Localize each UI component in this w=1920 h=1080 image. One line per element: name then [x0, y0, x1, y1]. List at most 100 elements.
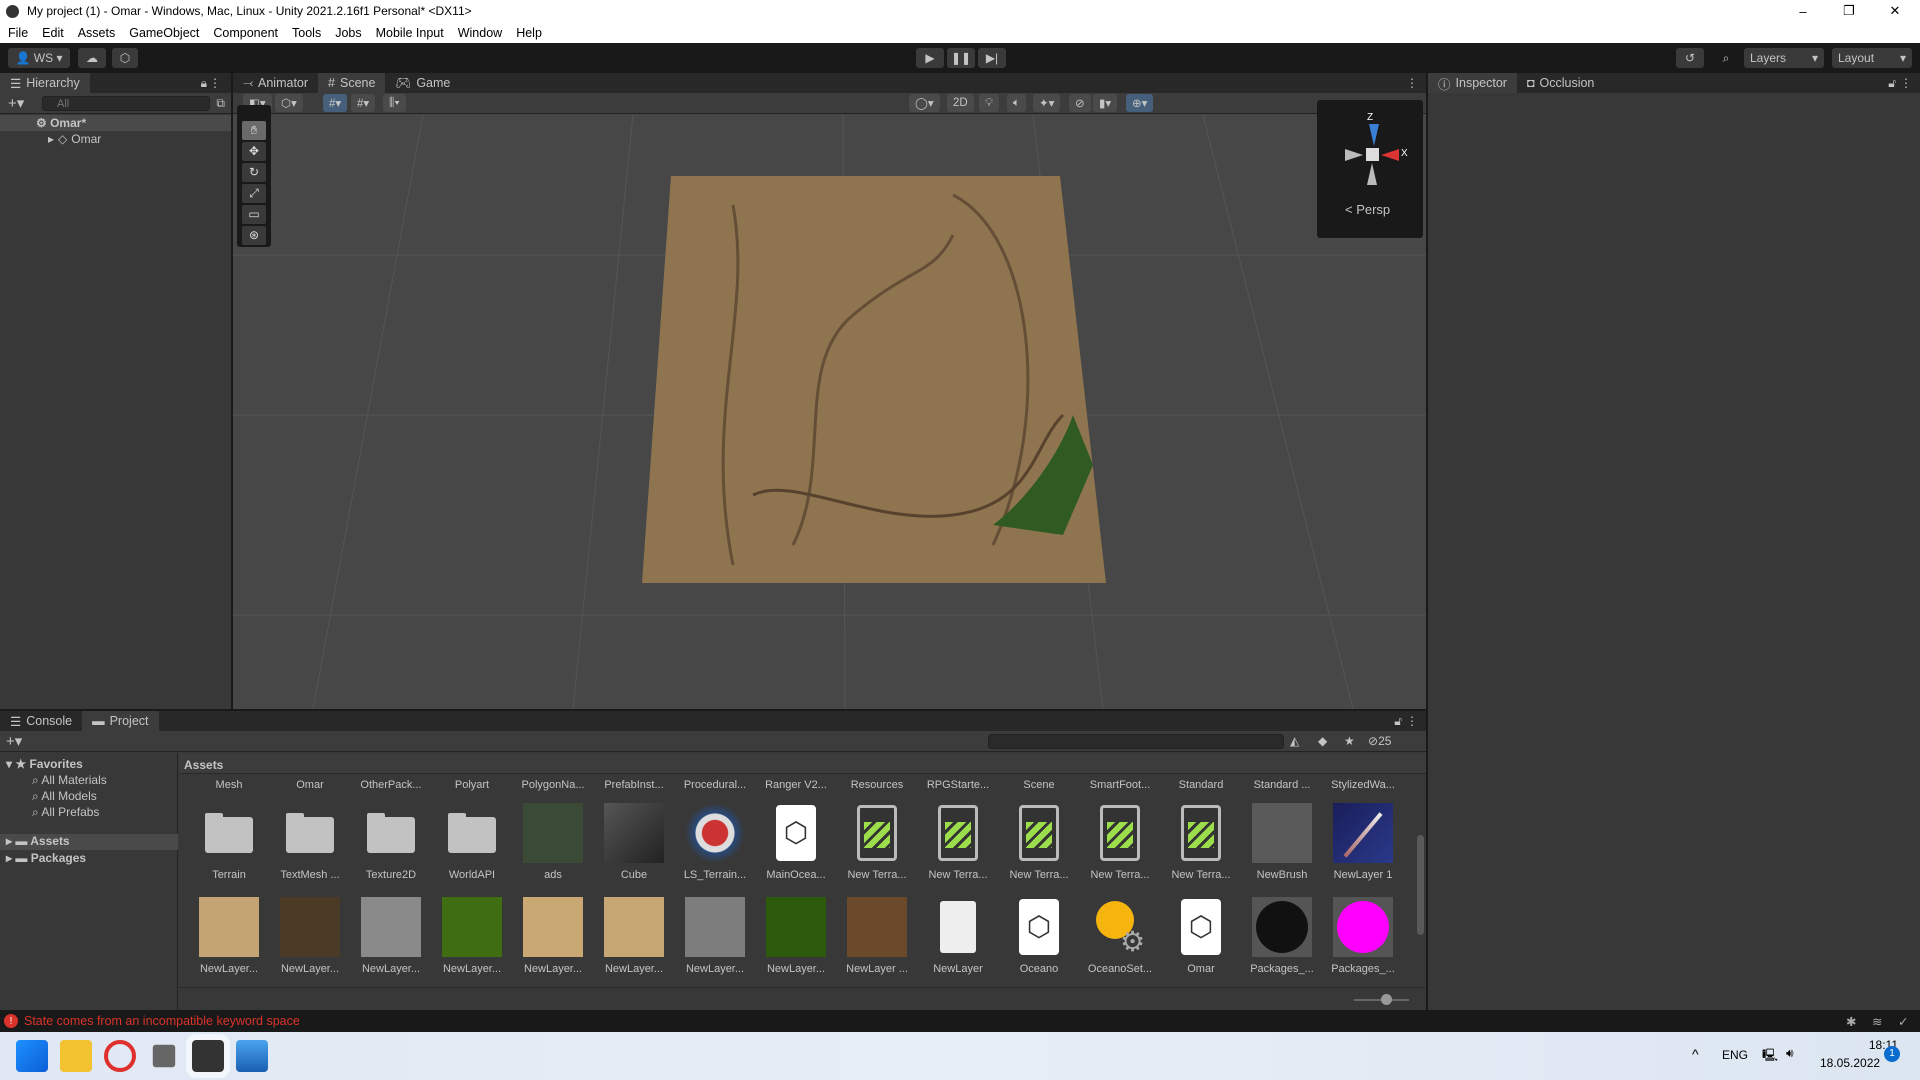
asset-label-partial[interactable]: PolygonNa... — [514, 779, 592, 791]
more-icon[interactable]: ⋮ — [1406, 714, 1418, 728]
notification-badge[interactable]: 1 — [1884, 1046, 1900, 1062]
effects-dropdown[interactable]: ✦▾ — [1033, 94, 1061, 112]
asset-scrollbar[interactable] — [1415, 775, 1426, 987]
windows-start-icon[interactable] — [16, 1040, 48, 1072]
file-explorer-icon[interactable] — [60, 1040, 92, 1072]
project-search-input[interactable] — [988, 734, 1284, 749]
asset-label-partial[interactable]: SmartFoot... — [1081, 779, 1159, 791]
menu-jobs[interactable]: Jobs — [335, 26, 361, 40]
status-message[interactable]: State comes from an incompatible keyword… — [24, 1014, 300, 1028]
favorites-item[interactable]: ▾ ★ Favorites — [6, 757, 83, 771]
tab-occlusion[interactable]: ◘ Occlusion — [1517, 73, 1604, 93]
asset-label-partial[interactable]: PrefabInst... — [595, 779, 673, 791]
asset-item[interactable]: WorldAPI — [433, 803, 511, 881]
fav-all-prefabs[interactable]: ⌕ All Prefabs — [32, 805, 99, 820]
asset-item[interactable]: New Terra... — [1081, 803, 1159, 881]
fav-all-materials[interactable]: ⌕ All Materials — [32, 773, 107, 788]
play-button[interactable]: ▶ — [916, 48, 944, 68]
asset-item[interactable]: NewLayer... — [190, 897, 268, 975]
step-button[interactable]: ▶| — [978, 48, 1006, 68]
asset-item[interactable]: ⬡ Omar — [1162, 897, 1240, 975]
lock-icon[interactable]: 🔒︎ — [201, 76, 207, 91]
transform-tool[interactable]: ⊛ — [242, 226, 266, 245]
menu-file[interactable]: File — [8, 26, 28, 40]
progress-check-icon[interactable]: ✓ — [1898, 1014, 1908, 1029]
asset-label-partial[interactable]: Scene — [1000, 779, 1078, 791]
asset-item[interactable]: NewLayer... — [352, 897, 430, 975]
camera-settings-dropdown[interactable]: ▮▾ — [1093, 94, 1118, 112]
asset-item[interactable]: LS_Terrain... — [676, 803, 754, 881]
z-axis-cone[interactable] — [1369, 124, 1379, 146]
asset-item[interactable]: NewLayer... — [271, 897, 349, 975]
hierarchy-search-input[interactable] — [42, 96, 210, 111]
asset-item[interactable]: NewBrush — [1243, 803, 1321, 881]
debug-icon[interactable]: ✱ — [1846, 1014, 1856, 1029]
fav-all-models[interactable]: ⌕ All Models — [32, 789, 97, 804]
undo-history-button[interactable]: ↺ — [1676, 48, 1704, 68]
asset-item[interactable]: New Terra... — [838, 803, 916, 881]
x-axis-cone[interactable] — [1381, 149, 1399, 161]
render-mode-dropdown[interactable]: ⬡▾ — [275, 94, 303, 112]
menu-window[interactable]: Window — [458, 26, 502, 40]
menu-assets[interactable]: Assets — [78, 26, 116, 40]
layers-dropdown[interactable]: Layers ▾ — [1744, 48, 1824, 68]
asset-item[interactable]: NewLayer... — [595, 897, 673, 975]
asset-item[interactable]: New Terra... — [1000, 803, 1078, 881]
toggle-2d-button[interactable]: 2D — [947, 94, 974, 112]
center-cube[interactable] — [1366, 148, 1379, 161]
collab-button[interactable]: ⬡ — [112, 48, 138, 68]
audio-toggle[interactable]: 🔈︎ — [1007, 94, 1026, 112]
search-button[interactable]: ⌕ — [1712, 48, 1740, 68]
clock-date[interactable]: 18.05.2022 — [1820, 1056, 1880, 1070]
move-tool[interactable]: ✥ — [242, 142, 266, 161]
asset-label-partial[interactable]: StylizedWa... — [1324, 779, 1402, 791]
tab-game[interactable]: 🎮︎ Game — [385, 73, 460, 93]
asset-item[interactable]: NewLayer... — [676, 897, 754, 975]
label-filter-icon[interactable]: ◆ — [1318, 734, 1327, 748]
close-button[interactable]: ✕ — [1872, 0, 1918, 22]
create-button[interactable]: +▾ — [6, 732, 22, 750]
tray-chevron-icon[interactable]: ^ — [1692, 1046, 1699, 1062]
asset-label-partial[interactable]: Ranger V2... — [757, 779, 835, 791]
asset-item[interactable]: NewLayer — [919, 897, 997, 975]
asset-label-partial[interactable]: Omar — [271, 779, 349, 791]
asset-item[interactable]: Terrain — [190, 803, 268, 881]
favorite-star-icon[interactable]: ★ — [1344, 734, 1355, 748]
network-icon[interactable]: 🖳︎ — [1762, 1046, 1778, 1067]
rect-tool[interactable]: ▭ — [242, 205, 266, 224]
menu-component[interactable]: Component — [213, 26, 278, 40]
icon-size-slider-handle[interactable] — [1381, 994, 1392, 1005]
more-icon[interactable]: ⋮ — [1900, 76, 1912, 90]
add-button[interactable]: +▾ — [8, 94, 24, 112]
asset-item[interactable]: ⚙ OceanoSet... — [1081, 897, 1159, 975]
asset-item[interactable]: NewLayer ... — [838, 897, 916, 975]
language-indicator[interactable]: ENG — [1722, 1048, 1748, 1062]
asset-item[interactable]: NewLayer 1 — [1324, 803, 1402, 881]
unity-editor-icon[interactable] — [186, 1034, 230, 1078]
search-by-type-icon[interactable]: ◭ — [1290, 734, 1299, 748]
scale-tool[interactable]: ⤢ — [242, 184, 266, 203]
lighting-toggle[interactable]: 💡︎ — [979, 94, 1000, 112]
asset-item[interactable]: NewLayer... — [433, 897, 511, 975]
minimize-button[interactable]: – — [1780, 0, 1826, 22]
asset-label-partial[interactable]: OtherPack... — [352, 779, 430, 791]
breadcrumb-assets[interactable]: Assets — [184, 758, 223, 772]
neg-x-cone[interactable] — [1345, 149, 1363, 161]
increment-snap-dropdown[interactable]: #▾ — [351, 94, 376, 112]
tree-assets[interactable]: ▸ ▬ Assets — [0, 834, 178, 850]
tab-animator[interactable]: ⤙ Animator — [233, 73, 318, 93]
more-icon[interactable]: ⋮ — [209, 76, 221, 90]
scene-search-icon[interactable]: ⧉ — [216, 96, 225, 111]
rotate-tool[interactable]: ↻ — [242, 163, 266, 182]
menu-mobile-input[interactable]: Mobile Input — [376, 26, 444, 40]
asset-label-partial[interactable]: Standard ... — [1243, 779, 1321, 791]
tree-packages[interactable]: ▸ ▬ Packages — [6, 851, 86, 865]
account-dropdown[interactable]: 👤 WS ▾ — [8, 48, 70, 68]
asset-item[interactable]: Packages_... — [1243, 897, 1321, 975]
asset-item[interactable]: NewLayer... — [757, 897, 835, 975]
opera-browser-icon[interactable] — [104, 1040, 136, 1072]
scene-viewport[interactable] — [233, 115, 1426, 709]
lock-icon[interactable]: 🔓︎ — [1888, 76, 1896, 91]
asset-item[interactable]: ⬡ MainOcea... — [757, 803, 835, 881]
maximize-button[interactable]: ❐ — [1826, 0, 1872, 22]
